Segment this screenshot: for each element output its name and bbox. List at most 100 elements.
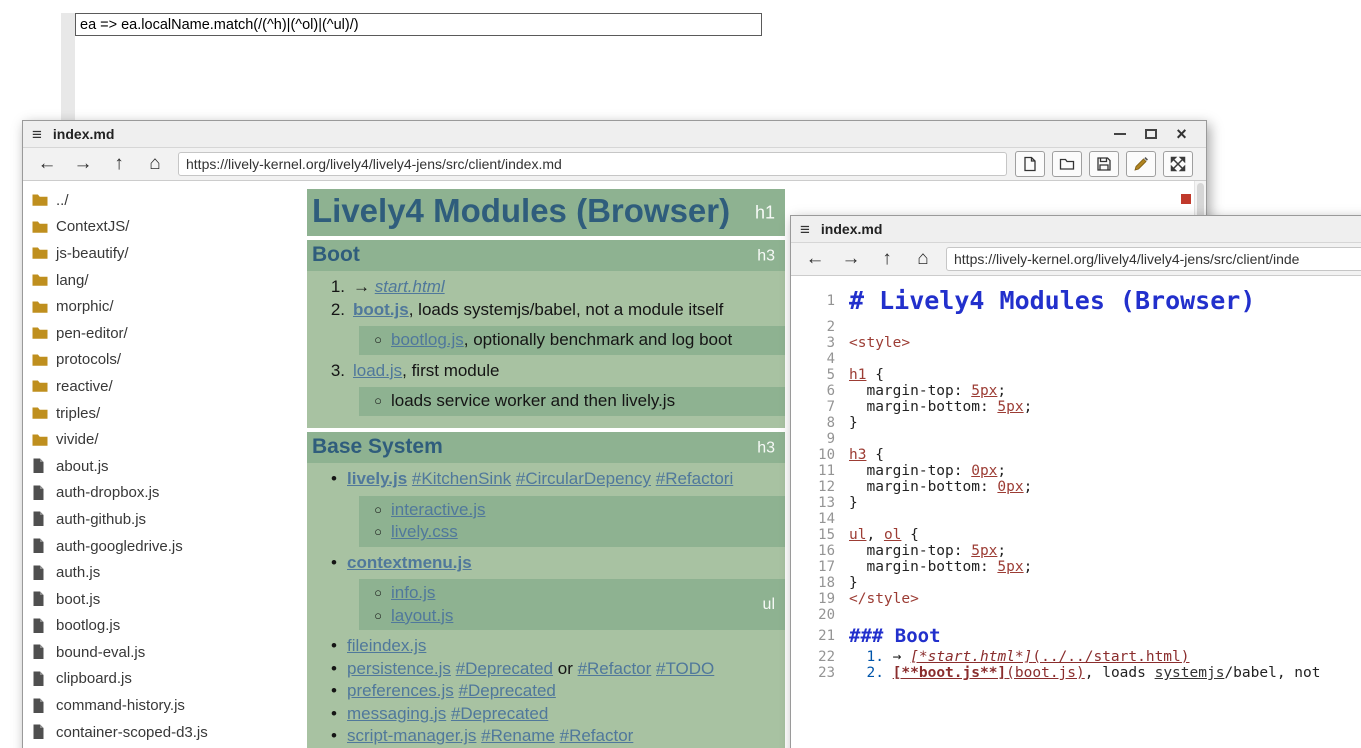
url-input[interactable] (946, 247, 1361, 271)
link[interactable]: #Refactor (578, 659, 652, 678)
maximize-button[interactable] (1135, 122, 1166, 147)
editor-line[interactable]: 5h1 { (791, 367, 1361, 383)
file-list-item-file[interactable]: auth-googledrive.js (23, 533, 285, 560)
editor-line[interactable]: 6 margin-top: 5px; (791, 383, 1361, 399)
save-button[interactable] (1089, 151, 1119, 177)
link[interactable]: #KitchenSink (412, 469, 511, 488)
link[interactable]: messaging.js (347, 704, 446, 723)
file-list-item-folder[interactable]: ../ (23, 187, 285, 214)
file-list-item-folder[interactable]: pen-editor/ (23, 320, 285, 347)
file-list-item-folder[interactable]: lang/ (23, 267, 285, 294)
file-list-item-folder[interactable]: reactive/ (23, 373, 285, 400)
link[interactable]: boot.js (353, 300, 409, 319)
file-name: auth-dropbox.js (56, 484, 159, 501)
editor-line[interactable]: 15ul, ol { (791, 527, 1361, 543)
editor-line[interactable]: 7 margin-bottom: 5px; (791, 399, 1361, 415)
editor-line[interactable]: 18} (791, 575, 1361, 591)
editor-line[interactable]: 23 2. [**boot.js**](boot.js), loads syst… (791, 665, 1361, 681)
close-button[interactable]: × (1166, 122, 1197, 147)
sub-list: ○bootlog.js, optionally benchmark and lo… (359, 326, 785, 355)
link[interactable]: #Rename (481, 726, 555, 745)
link[interactable]: load.js (353, 361, 402, 380)
editor-line[interactable]: 21### Boot (791, 623, 1361, 649)
editor-line[interactable]: 14 (791, 511, 1361, 527)
file-list-item-folder[interactable]: morphic/ (23, 293, 285, 320)
link[interactable]: #Deprecated (459, 681, 556, 700)
editor-line[interactable]: 16 margin-top: 5px; (791, 543, 1361, 559)
editor-line[interactable]: 10h3 { (791, 447, 1361, 463)
link[interactable]: start.html (375, 277, 445, 296)
file-list-item-file[interactable]: about.js (23, 453, 285, 480)
file-list-item-file[interactable]: clipboard.js (23, 666, 285, 693)
element-filter-input[interactable] (75, 13, 762, 36)
file-name: vivide/ (56, 431, 99, 448)
file-list-item-file[interactable]: auth-github.js (23, 506, 285, 533)
file-list-item-folder[interactable]: vivide/ (23, 426, 285, 453)
browse-folder-button[interactable] (1052, 151, 1082, 177)
editor-line[interactable]: 4 (791, 351, 1361, 367)
folder-icon (32, 273, 48, 287)
editor-line[interactable]: 3<style> (791, 335, 1361, 351)
file-list-item-folder[interactable]: triples/ (23, 400, 285, 427)
file-list-item-folder[interactable]: js-beautify/ (23, 240, 285, 267)
code-line-text: </style> (849, 591, 1361, 607)
link[interactable]: persistence.js (347, 659, 451, 678)
editor-line[interactable]: 17 margin-bottom: 5px; (791, 559, 1361, 575)
file-list-item-file[interactable]: container-scoped-d3.js (23, 719, 285, 746)
link[interactable]: preferences.js (347, 681, 454, 700)
window-menu-icon[interactable]: ≡ (32, 126, 42, 143)
link[interactable]: #Deprecated (451, 704, 548, 723)
file-list-item-file[interactable]: bound-eval.js (23, 639, 285, 666)
link[interactable]: fileindex.js (347, 636, 426, 655)
back-button[interactable]: ← (29, 151, 65, 178)
fullscreen-button[interactable] (1163, 151, 1193, 177)
editor-line[interactable]: 22 1. → [*start.html*](../../start.html) (791, 649, 1361, 665)
link[interactable]: layout.js (391, 606, 453, 625)
url-input[interactable] (178, 152, 1007, 176)
window-menu-icon[interactable]: ≡ (800, 221, 810, 238)
file-list-item-file[interactable]: boot.js (23, 586, 285, 613)
file-list-item-file[interactable]: auth.js (23, 559, 285, 586)
editor-line[interactable]: 11 margin-top: 0px; (791, 463, 1361, 479)
editor-line[interactable]: 9 (791, 431, 1361, 447)
up-button[interactable]: ↑ (869, 246, 905, 273)
link[interactable]: lively.js (347, 469, 407, 488)
home-button[interactable]: ⌂ (137, 151, 173, 178)
home-button[interactable]: ⌂ (905, 246, 941, 273)
window-titlebar[interactable]: ≡ index.md × (23, 121, 1206, 148)
line-number: 18 (791, 575, 849, 591)
file-list-item-folder[interactable]: protocols/ (23, 347, 285, 374)
link[interactable]: #Deprecated (456, 659, 553, 678)
link[interactable]: interactive.js (391, 500, 485, 519)
edit-button[interactable] (1126, 151, 1156, 177)
code-editor[interactable]: 1# Lively4 Modules (Browser)2 3<style>4 … (791, 276, 1361, 748)
link[interactable]: #TODO (656, 659, 714, 678)
editor-line[interactable]: 20 (791, 607, 1361, 623)
link[interactable]: #Refactori (656, 469, 733, 488)
link[interactable]: script-manager.js (347, 726, 476, 745)
editor-line[interactable]: 13} (791, 495, 1361, 511)
window-titlebar[interactable]: ≡ index.md (791, 216, 1361, 243)
new-file-button[interactable] (1015, 151, 1045, 177)
editor-line[interactable]: 12 margin-bottom: 0px; (791, 479, 1361, 495)
link[interactable]: #CircularDepency (516, 469, 651, 488)
link[interactable]: #Refactor (560, 726, 634, 745)
editor-line[interactable]: 19</style> (791, 591, 1361, 607)
editor-line[interactable]: 8} (791, 415, 1361, 431)
forward-button[interactable]: → (65, 151, 101, 178)
file-name: auth.js (56, 564, 100, 581)
back-button[interactable]: ← (797, 246, 833, 273)
editor-line[interactable]: 1# Lively4 Modules (Browser) (791, 283, 1361, 319)
forward-button[interactable]: → (833, 246, 869, 273)
up-button[interactable]: ↑ (101, 151, 137, 178)
link[interactable]: contextmenu.js (347, 553, 472, 572)
file-list-item-file[interactable]: auth-dropbox.js (23, 480, 285, 507)
file-list-item-folder[interactable]: ContextJS/ (23, 214, 285, 241)
editor-line[interactable]: 2 (791, 319, 1361, 335)
link[interactable]: bootlog.js (391, 330, 464, 349)
link[interactable]: lively.css (391, 522, 458, 541)
minimize-button[interactable] (1104, 122, 1135, 147)
file-list-item-file[interactable]: command-history.js (23, 692, 285, 719)
file-list-item-file[interactable]: bootlog.js (23, 613, 285, 640)
link[interactable]: info.js (391, 583, 435, 602)
